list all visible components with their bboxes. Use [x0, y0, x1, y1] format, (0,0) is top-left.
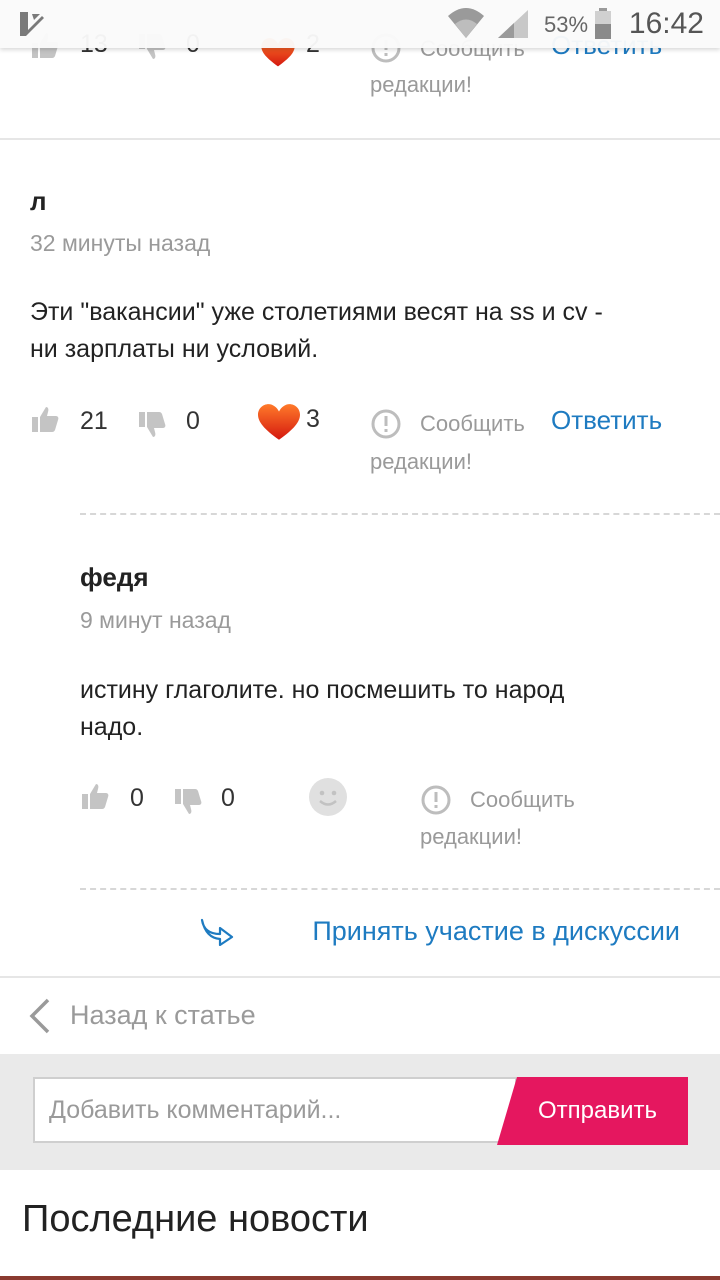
like-count: 0	[130, 784, 144, 812]
alert-circle-icon[interactable]	[370, 408, 402, 440]
signal-icon	[498, 10, 528, 38]
comment-author: л	[30, 186, 47, 216]
dislike-count: 0	[221, 784, 235, 812]
send-button[interactable]: Отправить	[497, 1077, 688, 1145]
heart-icon[interactable]	[258, 404, 300, 442]
join-discussion-label[interactable]: Принять участие в дискуссии	[312, 916, 680, 947]
join-discussion-link[interactable]: Принять участие в дискуссии	[200, 912, 680, 956]
status-bar: 53% 16:42	[0, 0, 720, 48]
thumbs-down-icon[interactable]	[137, 410, 167, 440]
latest-news-heading: Последние новости	[22, 1198, 369, 1240]
comment-text-line: Эти "вакансии" уже столетиями весят на s…	[30, 298, 603, 326]
battery-percent: 53%	[544, 12, 589, 37]
battery-icon	[595, 8, 611, 39]
reply-divider	[80, 513, 720, 515]
thumbs-up-icon[interactable]	[80, 781, 110, 811]
reply-link[interactable]: Ответить	[551, 405, 662, 436]
comment-text-line: надо.	[80, 713, 144, 741]
comment-text-line: истину глаголите. но посмешить то народ	[80, 676, 565, 704]
back-to-article-label[interactable]: Назад к статье	[70, 1000, 256, 1031]
thumbs-down-icon[interactable]	[173, 787, 203, 817]
wifi-icon	[448, 8, 484, 38]
comment-input[interactable]	[33, 1077, 517, 1143]
report-label-line2[interactable]: редакции!	[370, 449, 472, 475]
report-label[interactable]: Сообщить	[470, 787, 575, 813]
report-label-line2[interactable]: редакции!	[370, 72, 472, 98]
comment-time: 32 минуты назад	[30, 230, 211, 256]
heart-count: 3	[306, 405, 320, 433]
news-image-strip	[0, 1276, 720, 1280]
report-label-line2[interactable]: редакции!	[420, 824, 522, 850]
comment-form: Отправить	[0, 1054, 720, 1170]
reply-arrow-icon	[200, 918, 234, 946]
like-count: 21	[80, 407, 108, 435]
dislike-count: 0	[186, 407, 200, 435]
chevron-left-icon[interactable]	[28, 998, 52, 1034]
comment-text: истину глаголите. но посмешить то народ …	[80, 672, 680, 746]
alert-circle-icon[interactable]	[420, 784, 452, 816]
app-notification-icon	[20, 12, 44, 36]
report-label[interactable]: Сообщить	[420, 411, 525, 437]
smiley-icon[interactable]	[308, 777, 348, 817]
comment-text-line: ни зарплаты ни условий.	[30, 335, 319, 363]
comment-author: федя	[80, 562, 149, 592]
comment-text: Эти "вакансии" уже столетиями весят на s…	[30, 294, 670, 368]
thumbs-up-icon[interactable]	[30, 404, 60, 434]
reply-divider	[80, 888, 720, 890]
comment-time: 9 минут назад	[80, 607, 231, 633]
back-to-article[interactable]: Назад к статье	[0, 976, 720, 1056]
comments-page: 13 0 2 Сообщить редакции! Ответить л 32 …	[0, 0, 720, 1280]
clock: 16:42	[628, 7, 704, 40]
